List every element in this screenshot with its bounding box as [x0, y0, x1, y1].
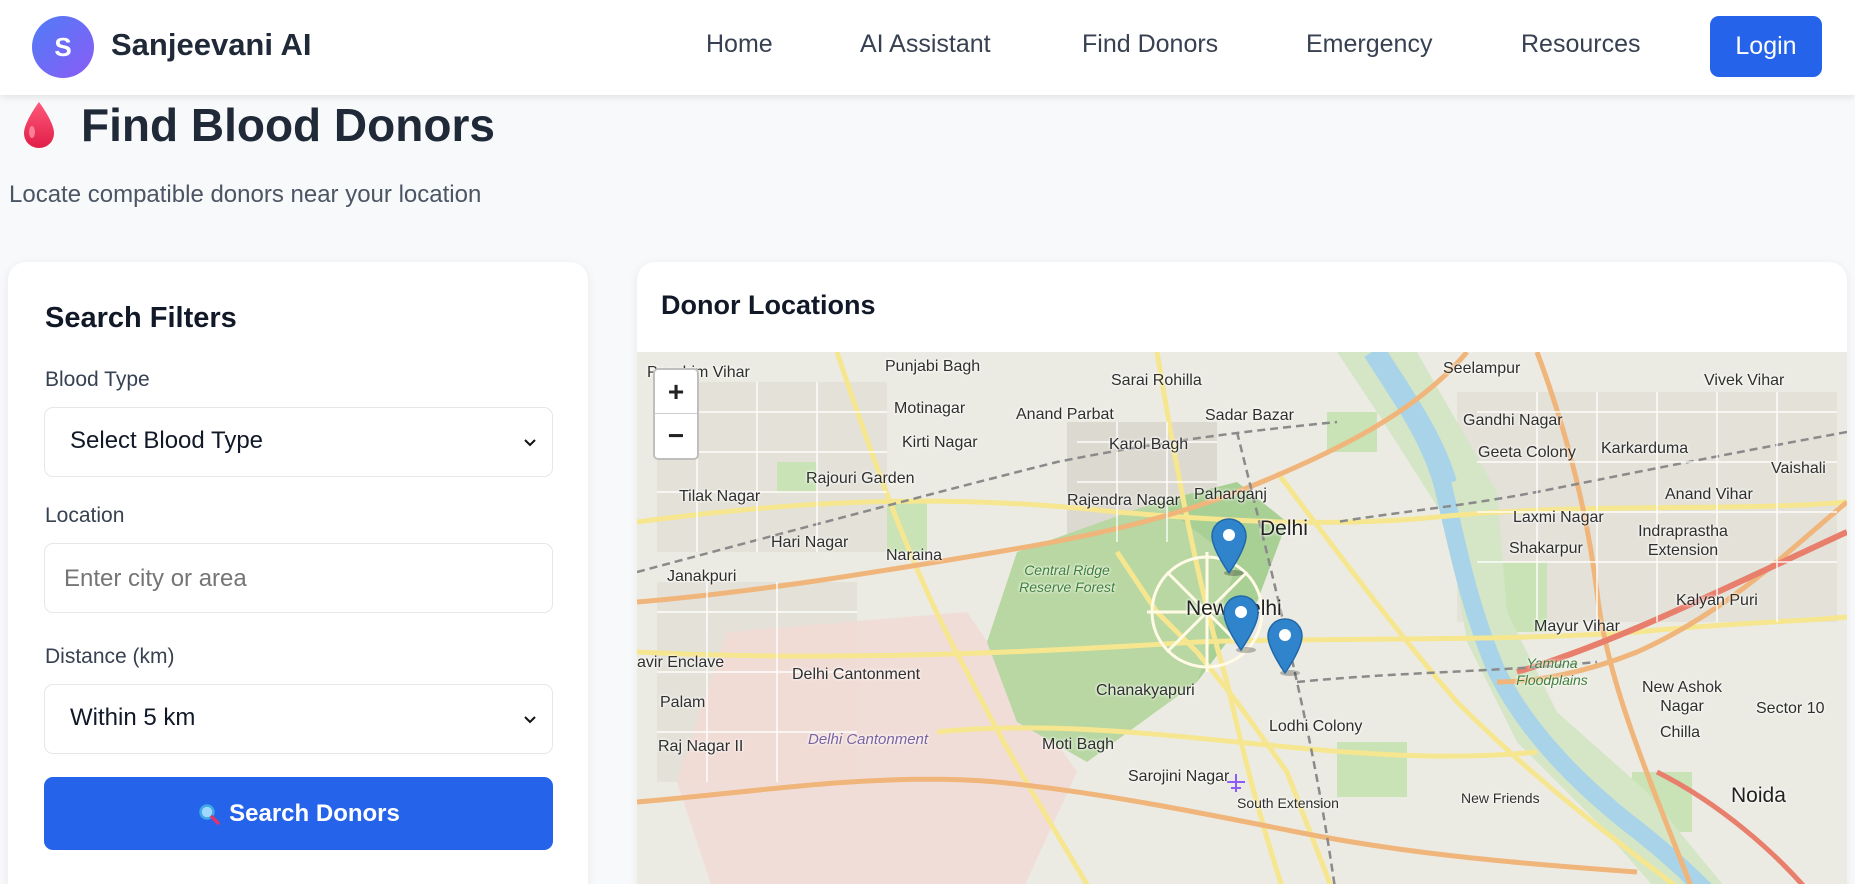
location-field[interactable]	[44, 543, 553, 613]
map-label: Sarai Rohilla	[1111, 372, 1202, 389]
logo-letter: S	[54, 31, 72, 62]
chevron-down-icon	[524, 716, 536, 724]
map-label: Hari Nagar	[771, 534, 849, 551]
distance-value: Within 5 km	[70, 704, 196, 731]
map-label: Paharganj	[1194, 486, 1267, 503]
map-label: Chanakyapuri	[1096, 682, 1195, 699]
map-label: Karol Bagh	[1109, 436, 1189, 453]
map-label: Mayur Vihar	[1534, 618, 1620, 635]
filters-title: Search Filters	[45, 302, 237, 334]
map-label: Karkarduma	[1601, 440, 1689, 457]
search-filters-card: Search Filters Blood Type Select Blood T…	[8, 262, 588, 884]
page-title: Find Blood Donors	[81, 99, 495, 151]
magnifier-icon	[199, 803, 220, 825]
map-label: Motinagar	[894, 400, 966, 417]
location-input[interactable]	[64, 565, 524, 593]
location-label: Location	[45, 504, 125, 527]
map-title: Donor Locations	[661, 290, 876, 320]
map-label: Anand Vihar	[1665, 486, 1753, 503]
map-label: Indraprastha Extension	[1638, 523, 1728, 559]
distance-label: Distance (km)	[45, 645, 175, 668]
search-donors-label: Search Donors	[229, 799, 400, 827]
login-button[interactable]: Login	[1710, 16, 1822, 77]
map-label: New Ashok Nagar	[1641, 679, 1723, 715]
map-label: Rajendra Nagar	[1067, 492, 1180, 509]
map-label: Seelampur	[1443, 360, 1521, 377]
map-label: Naraina	[886, 547, 943, 564]
map-label: Janakpuri	[667, 568, 737, 585]
nav-find-donors[interactable]: Find Donors	[1082, 30, 1218, 59]
donor-marker-icon[interactable]	[1222, 594, 1260, 654]
map-label: Moti Bagh	[1042, 736, 1115, 753]
zoom-control: + −	[653, 368, 699, 460]
map-label: Lodhi Colony	[1269, 718, 1363, 735]
map-label: Gandhi Nagar	[1463, 412, 1563, 429]
map-label: New Friends	[1461, 790, 1540, 806]
blood-type-value: Select Blood Type	[70, 427, 264, 454]
donor-marker-icon[interactable]	[1210, 517, 1248, 577]
map-label: Yamuna Floodplains	[1516, 655, 1588, 688]
chevron-down-icon	[524, 439, 536, 447]
map-label: Vaishali	[1771, 460, 1826, 477]
map-label: Shakarpur	[1509, 540, 1583, 557]
map-label: Delhi Cantonment	[808, 731, 929, 748]
map-label: Noida	[1731, 784, 1786, 807]
map-label: Central Ridge Reserve Forest	[1019, 562, 1115, 595]
map-label: Tilak Nagar	[679, 488, 761, 505]
search-donors-button[interactable]: Search Donors	[44, 777, 553, 850]
zoom-out-button[interactable]: −	[655, 414, 697, 458]
zoom-in-button[interactable]: +	[655, 370, 697, 414]
map-label: Palam	[660, 694, 706, 711]
nav-ai-assistant[interactable]: AI Assistant	[860, 30, 991, 59]
nav-resources[interactable]: Resources	[1521, 30, 1641, 59]
map-label: Rajouri Garden	[806, 470, 915, 487]
donor-map[interactable]: Paschim Vihar Punjabi Bagh Sarai Rohilla…	[637, 352, 1847, 884]
blood-type-label: Blood Type	[45, 368, 150, 391]
map-label: Delhi	[1260, 517, 1308, 540]
page-subtitle: Locate compatible donors near your locat…	[9, 181, 482, 208]
top-navbar: S Sanjeevani AI Home AI Assistant Find D…	[0, 0, 1855, 95]
map-label: Delhi Cantonment	[792, 666, 921, 683]
map-label: Kalyan Puri	[1676, 592, 1758, 609]
logo-avatar[interactable]: S	[32, 16, 94, 78]
nav-home[interactable]: Home	[706, 30, 773, 59]
map-label: Punjabi Bagh	[885, 358, 981, 375]
map-label: Chilla	[1660, 724, 1701, 741]
donor-marker-icon[interactable]	[1266, 617, 1304, 677]
donor-map-card: Donor Locations Vihar Punjabi Bagh Sarai…	[637, 262, 1847, 884]
map-label: Vivek Vihar	[1704, 372, 1785, 389]
map-label: Sector 10	[1756, 700, 1825, 717]
map-label: Sarojini Nagar	[1128, 768, 1230, 785]
blood-drop-icon	[24, 102, 54, 148]
map-label: Anand Parbat	[1016, 406, 1114, 423]
map-label: Raj Nagar II	[658, 738, 744, 755]
map-label: Laxmi Nagar	[1513, 509, 1604, 526]
map-label: South Extension	[1237, 795, 1339, 811]
brand-name[interactable]: Sanjeevani AI	[111, 27, 311, 63]
blood-type-select[interactable]: Select Blood Type	[44, 407, 553, 477]
nav-emergency[interactable]: Emergency	[1306, 30, 1432, 59]
map-label: Sadar Bazar	[1205, 407, 1294, 424]
map-label: avir Enclave	[637, 654, 725, 671]
map-label: Kirti Nagar	[902, 434, 978, 451]
map-label: Geeta Colony	[1478, 444, 1576, 461]
distance-select[interactable]: Within 5 km	[44, 684, 553, 754]
